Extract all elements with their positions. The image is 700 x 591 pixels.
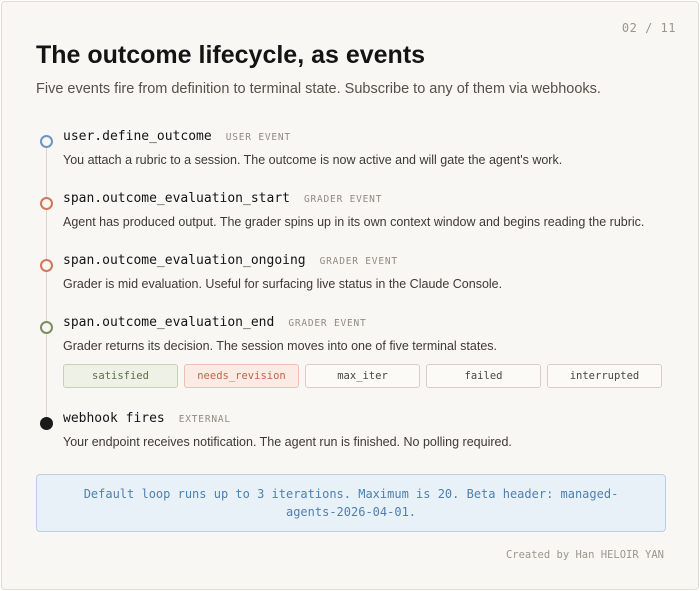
- event-dot-icon: [40, 321, 53, 334]
- page-subtitle: Five events fire from definition to term…: [36, 81, 601, 97]
- event-tag: USER EVENT: [225, 132, 291, 143]
- event-tag: GRADER EVENT: [288, 318, 367, 329]
- terminal-states: satisfied needs_revision max_iter failed…: [63, 364, 662, 388]
- credit-text: Created by Han HELOIR YAN: [505, 549, 664, 561]
- state-max-iter: max_iter: [305, 364, 420, 388]
- event-description: Grader is mid evaluation. Useful for sur…: [63, 277, 503, 291]
- event-name: user.define_outcome: [63, 129, 212, 144]
- state-needs-revision: needs_revision: [184, 364, 299, 388]
- slide-card: 02 / 11 The outcome lifecycle, as events…: [1, 1, 699, 590]
- event-tag: GRADER EVENT: [303, 194, 383, 205]
- event-name: span.outcome_evaluation_start: [63, 191, 290, 206]
- event-description: Your endpoint receives notification. The…: [63, 435, 512, 449]
- event-description: Agent has produced output. The grader sp…: [63, 215, 645, 229]
- event-description: You attach a rubric to a session. The ou…: [63, 153, 563, 167]
- event-description: Grader returns its decision. The session…: [63, 339, 497, 353]
- state-failed: failed: [426, 364, 541, 388]
- page-number: 02 / 11: [621, 21, 676, 35]
- event-tag: EXTERNAL: [178, 414, 231, 425]
- event-name: span.outcome_evaluation_ongoing: [63, 253, 306, 268]
- event-dot-icon: [40, 197, 53, 210]
- info-note: Default loop runs up to 3 iterations. Ma…: [36, 474, 666, 532]
- page-title: The outcome lifecycle, as events: [36, 41, 426, 69]
- event-dot-icon: [40, 417, 53, 430]
- timeline-line: [46, 136, 47, 420]
- event-name: span.outcome_evaluation_end: [63, 315, 275, 330]
- event-name: webhook fires: [63, 411, 165, 426]
- event-dot-icon: [40, 135, 53, 148]
- state-interrupted: interrupted: [547, 364, 662, 388]
- event-dot-icon: [40, 259, 53, 272]
- state-satisfied: satisfied: [63, 364, 178, 388]
- event-tag: GRADER EVENT: [319, 256, 398, 267]
